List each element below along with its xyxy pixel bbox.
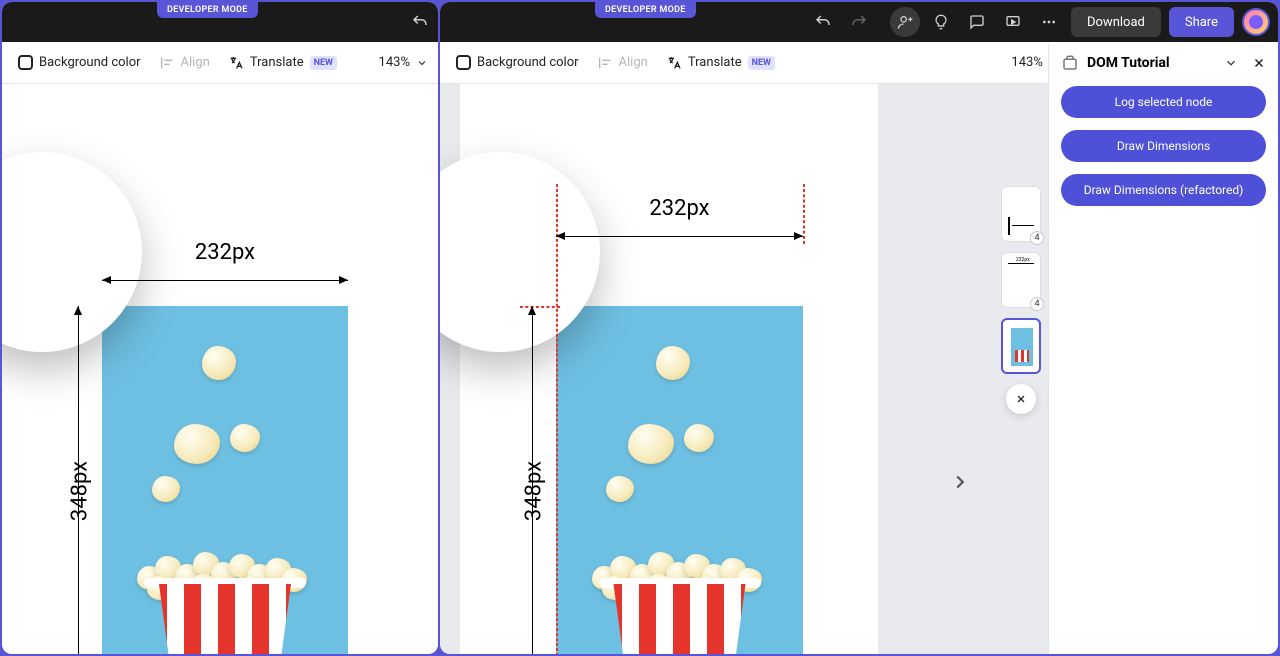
background-color-label: Background color xyxy=(39,55,141,70)
more-icon[interactable] xyxy=(1034,7,1064,37)
thumb-count: 4 xyxy=(1030,297,1044,311)
translate-label: Translate xyxy=(250,55,304,70)
translate-icon xyxy=(666,55,682,71)
square-icon xyxy=(18,55,33,70)
zoom-control[interactable]: 143% xyxy=(379,55,428,70)
dim-width-value: 232px xyxy=(195,240,255,265)
topbar-left: DEVELOPER MODE xyxy=(2,2,438,42)
download-button[interactable]: Download xyxy=(1071,7,1161,37)
chevron-down-icon xyxy=(416,57,428,69)
toolrow-left: Background color Align Translate NEW 143… xyxy=(2,42,438,84)
pane-left: DEVELOPER MODE Background color Align Tr… xyxy=(2,2,438,654)
close-thumbs-icon[interactable] xyxy=(1006,384,1036,414)
dim-height-value: 348px xyxy=(68,461,93,521)
align-button[interactable]: Align xyxy=(153,51,216,75)
photo-popcorn[interactable] xyxy=(102,306,348,654)
undo-icon[interactable] xyxy=(808,7,838,37)
user-add-icon[interactable] xyxy=(890,7,920,37)
chevron-down-icon[interactable] xyxy=(1224,56,1238,70)
comment-icon[interactable] xyxy=(962,7,992,37)
new-badge: NEW xyxy=(748,56,775,70)
page: 232px 348px xyxy=(460,84,878,654)
canvas-left[interactable]: 232px 348px xyxy=(2,84,438,654)
guide-v-right xyxy=(803,184,805,244)
close-icon[interactable] xyxy=(1252,56,1266,70)
guide-v-left xyxy=(556,184,558,654)
thumbnail-2[interactable]: 232px 4 xyxy=(1001,252,1041,308)
undo-icon[interactable] xyxy=(405,7,435,37)
background-color-button[interactable]: Background color xyxy=(12,51,147,74)
translate-button[interactable]: Translate NEW xyxy=(660,51,781,75)
align-icon xyxy=(159,55,175,71)
page: 232px 348px xyxy=(2,84,438,654)
share-button[interactable]: Share xyxy=(1169,7,1234,37)
thumbnail-strip: 4 232px 4 xyxy=(996,166,1046,654)
dom-tutorial-panel: DOM Tutorial Log selected node Draw Dime… xyxy=(1048,44,1278,654)
background-color-button[interactable]: Background color xyxy=(450,51,585,74)
lightbulb-icon[interactable] xyxy=(926,7,956,37)
square-icon xyxy=(456,55,471,70)
align-icon xyxy=(597,55,613,71)
redo-icon[interactable] xyxy=(844,7,874,37)
developer-mode-badge: DEVELOPER MODE xyxy=(157,2,258,18)
new-badge: NEW xyxy=(310,56,337,70)
align-label: Align xyxy=(181,55,210,70)
translate-button[interactable]: Translate NEW xyxy=(222,51,343,75)
developer-mode-badge: DEVELOPER MODE xyxy=(595,2,696,18)
extension-icon xyxy=(1061,54,1079,72)
draw-dimensions-button[interactable]: Draw Dimensions xyxy=(1061,130,1266,162)
topbar-right: DEVELOPER MODE Download Share xyxy=(440,2,1278,42)
panel-title: DOM Tutorial xyxy=(1087,55,1170,71)
present-icon[interactable] xyxy=(998,7,1028,37)
guide-h-top xyxy=(520,306,560,308)
zoom-value: 143% xyxy=(379,55,410,70)
draw-dimensions-refactored-button[interactable]: Draw Dimensions (refactored) xyxy=(1061,174,1266,206)
next-page-icon[interactable] xyxy=(942,464,978,500)
photo-popcorn[interactable] xyxy=(556,306,803,654)
align-button[interactable]: Align xyxy=(591,51,654,75)
translate-icon xyxy=(228,55,244,71)
thumbnail-1[interactable]: 4 xyxy=(1001,186,1041,242)
pane-right: DEVELOPER MODE Download Share Background… xyxy=(440,2,1278,654)
thumb-count: 4 xyxy=(1030,231,1044,245)
log-node-button[interactable]: Log selected node xyxy=(1061,86,1266,118)
thumbnail-3[interactable] xyxy=(1001,318,1041,374)
avatar[interactable] xyxy=(1242,8,1270,36)
